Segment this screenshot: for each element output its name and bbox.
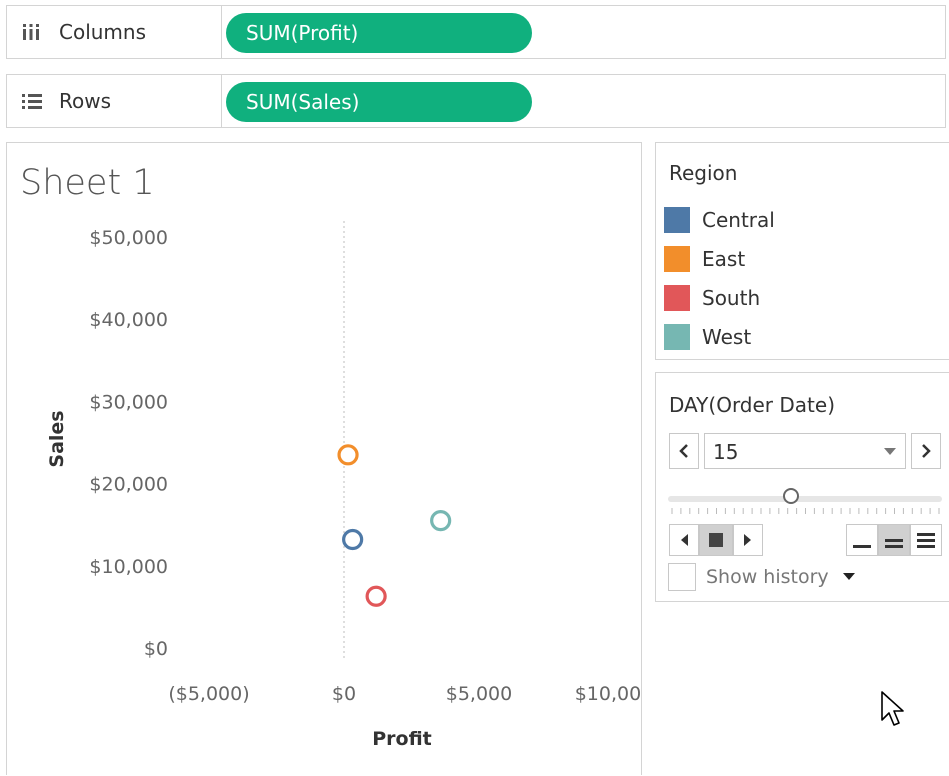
- mouse-cursor-icon: [881, 691, 904, 726]
- legend-label-central: Central: [702, 208, 775, 232]
- page-slider-track[interactable]: [668, 496, 942, 502]
- region-legend: Region Central East South West: [655, 142, 949, 360]
- columns-shelf-label: Columns: [59, 20, 147, 44]
- rows-shelf-label-area: Rows: [7, 75, 222, 127]
- x-tick-label: $5,000: [446, 683, 512, 705]
- next-page-button[interactable]: [911, 433, 941, 469]
- step-back-icon: [681, 534, 688, 546]
- columns-shelf-label-area: Columns: [7, 6, 222, 58]
- rows-pill-sum-sales[interactable]: SUM(Sales): [226, 82, 532, 122]
- speed-medium-button[interactable]: [878, 524, 910, 556]
- chevron-left-icon: [679, 444, 688, 458]
- x-tick-label: $0: [332, 683, 356, 705]
- viz-panel: Sheet 1 $0 $10,000 $20,000 $30,000 $40,000 $5…: [6, 142, 642, 775]
- speed-slow-button[interactable]: [846, 524, 878, 556]
- caret-down-icon: [884, 448, 896, 455]
- y-tick-label: $20,000: [89, 474, 168, 496]
- x-axis-title: Profit: [372, 728, 432, 750]
- y-tick-label: $0: [144, 638, 168, 660]
- day-dropdown-value: 15: [713, 440, 739, 464]
- day-dropdown[interactable]: 15: [704, 433, 906, 469]
- scatter-point-south[interactable]: [365, 585, 387, 607]
- legend-swatch-south: [664, 285, 690, 311]
- pages-card-title: DAY(Order Date): [669, 393, 835, 417]
- columns-pill-sum-profit[interactable]: SUM(Profit): [226, 13, 532, 53]
- x-tick-label: ($5,000): [168, 683, 249, 705]
- scatter-chart[interactable]: $0 $10,000 $20,000 $30,000 $40,000 $50,000 ($5…: [7, 143, 641, 776]
- y-tick-label: $30,000: [89, 391, 168, 413]
- legend-label-west: West: [702, 325, 752, 349]
- x-tick-label: $10,000: [575, 683, 641, 705]
- y-tick-label: $40,000: [89, 309, 168, 331]
- legend-item-central[interactable]: Central: [664, 206, 775, 234]
- columns-shelf: Columns SUM(Profit): [6, 5, 946, 59]
- legend-label-east: East: [702, 247, 746, 271]
- legend-swatch-west: [664, 324, 690, 350]
- legend-swatch-central: [664, 207, 690, 233]
- show-history-label[interactable]: Show history: [706, 566, 829, 588]
- rows-shelf: Rows SUM(Sales): [6, 74, 946, 128]
- speed-fast-icon: [917, 533, 935, 548]
- scatter-point-central[interactable]: [342, 528, 364, 551]
- columns-icon: [21, 22, 43, 42]
- legend-title: Region: [669, 161, 738, 185]
- y-axis-title: Sales: [46, 410, 68, 467]
- pages-card: DAY(Order Date) 15 Show history: [655, 372, 949, 602]
- legend-item-west[interactable]: West: [664, 323, 751, 351]
- page-slider-ticks: [671, 508, 940, 514]
- y-tick-label: $10,000: [89, 556, 168, 578]
- legend-item-east[interactable]: East: [664, 245, 745, 273]
- rows-shelf-label: Rows: [59, 89, 112, 113]
- speed-slow-icon: [853, 545, 871, 548]
- prev-page-button[interactable]: [669, 433, 699, 469]
- play-button[interactable]: [733, 524, 763, 556]
- legend-swatch-east: [664, 246, 690, 272]
- stop-icon: [709, 533, 723, 547]
- step-back-button[interactable]: [669, 524, 699, 556]
- play-icon: [744, 534, 751, 546]
- legend-item-south[interactable]: South: [664, 284, 760, 312]
- stop-button[interactable]: [699, 524, 733, 556]
- legend-label-south: South: [702, 286, 761, 310]
- scatter-point-west[interactable]: [430, 509, 452, 532]
- rows-icon: [21, 92, 43, 110]
- chevron-right-icon: [922, 444, 931, 458]
- y-tick-label: $50,000: [89, 227, 168, 249]
- speed-fast-button[interactable]: [910, 524, 942, 556]
- show-history-checkbox[interactable]: [668, 563, 696, 591]
- speed-medium-icon: [885, 539, 903, 548]
- show-history-caret-down-icon[interactable]: [843, 573, 855, 581]
- scatter-point-east[interactable]: [337, 444, 359, 466]
